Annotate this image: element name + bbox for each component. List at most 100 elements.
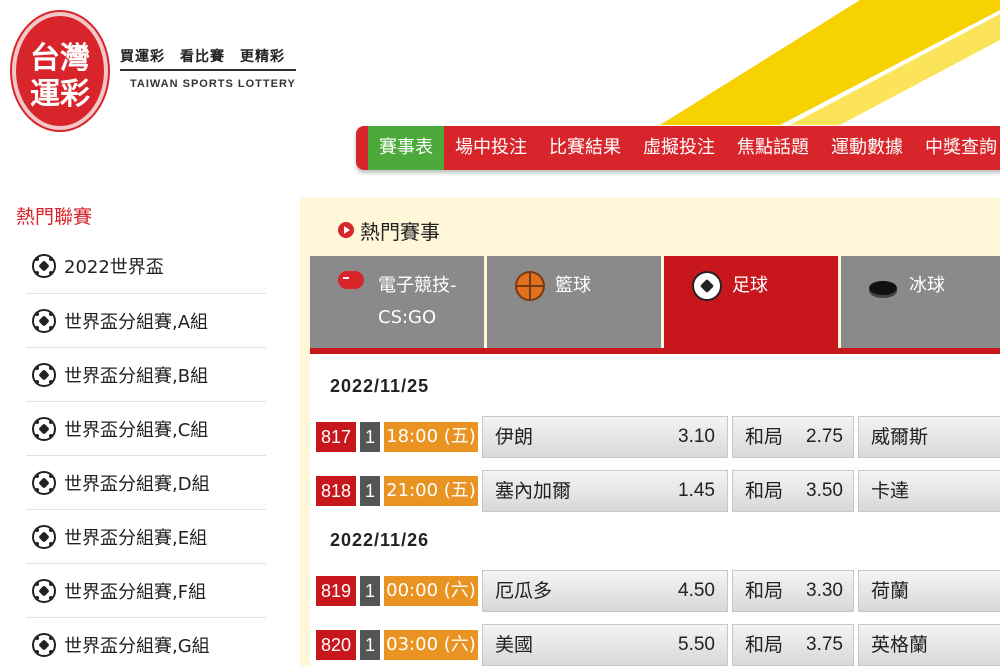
league-label: 世界盃分組賽,B組: [64, 365, 209, 387]
match-type: 1: [360, 576, 380, 606]
soccer-ball-icon: [32, 470, 56, 495]
soccer-ball-icon: [32, 416, 56, 441]
nav-item-prize-lookup[interactable]: 中獎查詢: [914, 126, 1000, 170]
home-odds-button[interactable]: 伊朗 3.10: [482, 416, 728, 458]
hot-matches-panel: 熱門賽事 電子競技- CS:GO 籃球 足球 冰球 2022/11/25 817…: [300, 198, 1000, 666]
tab-label: 足球: [732, 275, 768, 296]
league-label: 世界盃分組賽,D組: [64, 473, 210, 495]
draw-odd: 2.75: [806, 426, 843, 447]
league-item[interactable]: 世界盃分組賽,A組: [26, 294, 266, 348]
home-odds-button[interactable]: 美國 5.50: [482, 624, 728, 666]
draw-label: 和局: [745, 426, 784, 448]
soccer-ball-icon: [32, 578, 56, 603]
tab-label-sub: CS:GO: [378, 307, 437, 328]
tagline-english: TAIWAN SPORTS LOTTERY: [130, 78, 296, 90]
play-circle-icon: [338, 222, 354, 238]
match-time: 21:00 (五): [384, 476, 478, 506]
sidebar-title: 熱門聯賽: [16, 206, 93, 228]
nav-item-results[interactable]: 比賽結果: [538, 126, 632, 170]
match-list: 2022/11/25 817 1 18:00 (五) 伊朗 3.10 和局 2.…: [310, 354, 1000, 666]
match-number: 817: [316, 422, 356, 452]
league-list: 2022世界盃 世界盃分組賽,A組 世界盃分組賽,B組 世界盃分組賽,C組 世界…: [26, 238, 266, 666]
match-number: 818: [316, 476, 356, 506]
draw-odds-button[interactable]: 和局 3.50: [732, 470, 854, 512]
sidebar: 熱門聯賽 2022世界盃 世界盃分組賽,A組 世界盃分組賽,B組 世界盃分組賽,…: [0, 190, 280, 666]
panel-title: 熱門賽事: [360, 220, 440, 244]
tab-label: 籃球: [555, 275, 591, 296]
nav-item-sports-data[interactable]: 運動數據: [820, 126, 914, 170]
away-team: 英格蘭: [871, 634, 929, 656]
match-time: 00:00 (六): [384, 576, 478, 606]
draw-odds-button[interactable]: 和局 3.75: [732, 624, 854, 666]
tab-soccer[interactable]: 足球: [664, 256, 838, 348]
league-label: 世界盃分組賽,F組: [64, 581, 207, 603]
league-item[interactable]: 世界盃分組賽,D組: [26, 456, 266, 510]
match-row: 818 1 21:00 (五) 塞內加爾 1.45 和局 3.50 卡達: [316, 470, 1000, 512]
nav-item-schedule[interactable]: 賽事表: [368, 126, 444, 170]
tagline-divider: [120, 69, 296, 71]
date-heading: 2022/11/25: [330, 376, 430, 396]
league-label: 2022世界盃: [64, 256, 164, 278]
match-number: 820: [316, 630, 356, 660]
league-item[interactable]: 世界盃分組賽,E組: [26, 510, 266, 564]
logo-text-bottom: 運彩: [30, 77, 90, 112]
match-number: 819: [316, 576, 356, 606]
league-label: 世界盃分組賽,G組: [64, 635, 210, 657]
away-odds-button[interactable]: 卡達: [858, 470, 1000, 512]
away-odds-button[interactable]: 威爾斯: [858, 416, 1000, 458]
draw-label: 和局: [745, 634, 784, 656]
tab-basketball[interactable]: 籃球: [487, 256, 661, 348]
logo-text-top: 台灣: [30, 41, 90, 76]
soccer-ball-icon: [32, 632, 56, 657]
home-team: 伊朗: [495, 426, 534, 448]
home-odd: 4.50: [678, 580, 715, 601]
away-team: 威爾斯: [871, 426, 929, 448]
match-row: 819 1 00:00 (六) 厄瓜多 4.50 和局 3.30 荷蘭: [316, 570, 1000, 612]
sport-tabs: 電子競技- CS:GO 籃球 足球 冰球: [310, 256, 1000, 348]
away-odds-button[interactable]: 英格蘭: [858, 624, 1000, 666]
match-time: 03:00 (六): [384, 630, 478, 660]
home-odds-button[interactable]: 厄瓜多 4.50: [482, 570, 728, 612]
league-label: 世界盃分組賽,A組: [64, 311, 209, 333]
match-type: 1: [360, 422, 380, 452]
match-type: 1: [360, 630, 380, 660]
tab-esports[interactable]: 電子競技- CS:GO: [310, 256, 484, 348]
league-label: 世界盃分組賽,E組: [64, 527, 208, 549]
draw-odds-button[interactable]: 和局 2.75: [732, 416, 854, 458]
home-odd: 5.50: [678, 634, 715, 655]
tab-label: 電子競技-: [378, 275, 457, 296]
home-team: 塞內加爾: [495, 480, 572, 502]
league-item[interactable]: 2022世界盃: [26, 238, 266, 294]
page: 台灣 運彩 買運彩 看比賽 更精彩 TAIWAN SPORTS LOTTERY …: [0, 0, 1000, 666]
home-odd: 1.45: [678, 480, 715, 501]
tab-label: 冰球: [909, 275, 945, 296]
nav-item-virtual-betting[interactable]: 虛擬投注: [632, 126, 726, 170]
home-odd: 3.10: [678, 426, 715, 447]
draw-odd: 3.75: [806, 634, 843, 655]
league-item[interactable]: 世界盃分組賽,C組: [26, 402, 266, 456]
league-item[interactable]: 世界盃分組賽,F組: [26, 564, 266, 618]
draw-label: 和局: [745, 480, 784, 502]
match-row: 817 1 18:00 (五) 伊朗 3.10 和局 2.75 威爾斯: [316, 416, 1000, 458]
soccer-ball-icon: [32, 308, 56, 333]
league-item[interactable]: 世界盃分組賽,B組: [26, 348, 266, 402]
league-label: 世界盃分組賽,C組: [64, 419, 209, 441]
away-odds-button[interactable]: 荷蘭: [858, 570, 1000, 612]
draw-odds-button[interactable]: 和局 3.30: [732, 570, 854, 612]
home-team: 美國: [495, 634, 534, 656]
nav-item-topics[interactable]: 焦點話題: [726, 126, 820, 170]
gamepad-icon: [338, 271, 364, 289]
nav-item-live-betting[interactable]: 場中投注: [444, 126, 538, 170]
home-odds-button[interactable]: 塞內加爾 1.45: [482, 470, 728, 512]
away-team: 卡達: [871, 480, 910, 502]
tab-ice-hockey[interactable]: 冰球: [841, 256, 1000, 348]
logo[interactable]: 台灣 運彩: [12, 12, 108, 130]
header-decoration-stripe: [560, 0, 1000, 125]
basketball-icon: [515, 271, 545, 301]
league-item[interactable]: 世界盃分組賽,G組: [26, 618, 266, 666]
draw-label: 和局: [745, 580, 784, 602]
home-team: 厄瓜多: [495, 580, 553, 602]
tagline: 買運彩 看比賽 更精彩: [120, 49, 285, 65]
match-time: 18:00 (五): [384, 422, 478, 452]
draw-odd: 3.30: [806, 580, 843, 601]
